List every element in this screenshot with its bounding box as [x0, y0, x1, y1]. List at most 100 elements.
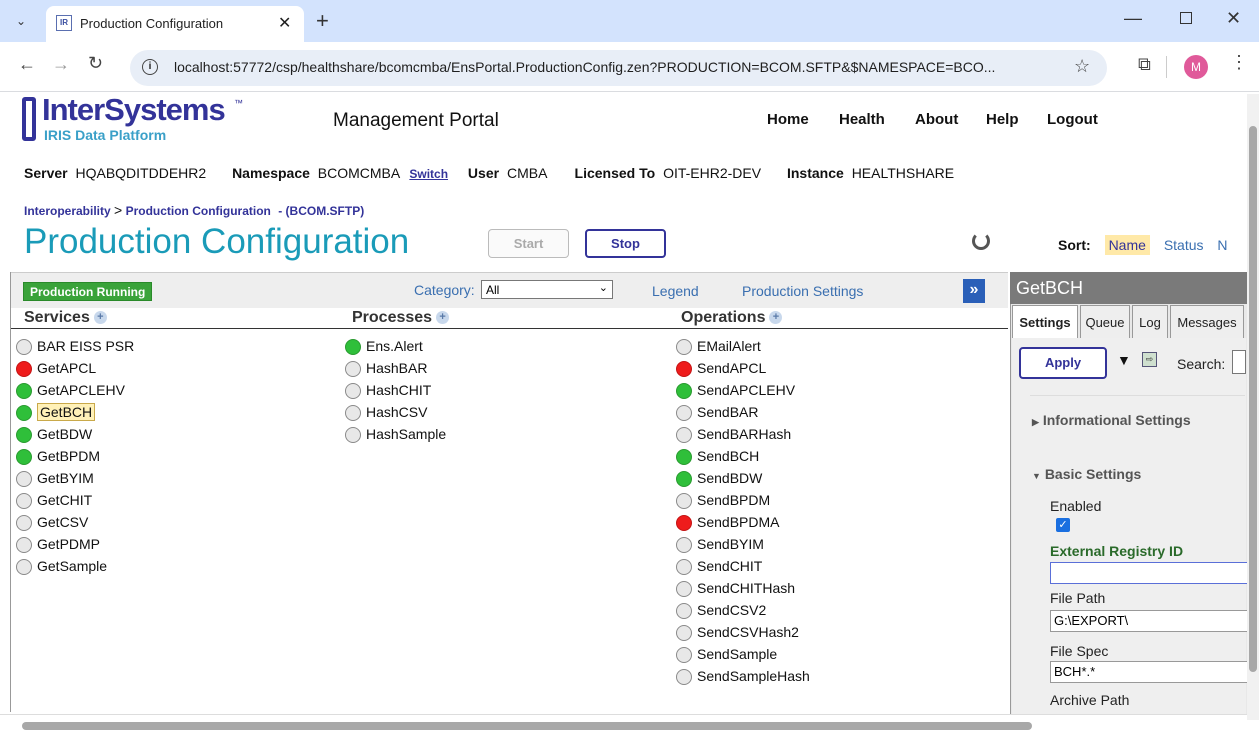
add-process-icon[interactable]: +	[436, 311, 450, 325]
service-item[interactable]: BAR EISS PSR	[16, 336, 134, 356]
tab-log[interactable]: Log	[1132, 305, 1168, 339]
process-item[interactable]: HashSample	[345, 424, 446, 444]
operation-item[interactable]: SendBCH	[676, 446, 759, 466]
sort-by-next[interactable]: N	[1217, 237, 1227, 253]
breadcrumb-interoperability[interactable]: Interoperability	[24, 204, 111, 218]
start-button[interactable]: Start	[488, 229, 569, 258]
service-item[interactable]: GetBPDM	[16, 446, 100, 466]
add-operation-icon[interactable]: +	[769, 311, 783, 325]
minimize-icon[interactable]: —	[1124, 8, 1142, 29]
operation-item[interactable]: SendCSV2	[676, 600, 766, 620]
forward-icon[interactable]: →	[52, 54, 70, 75]
search-input[interactable]	[1232, 350, 1246, 374]
add-service-icon[interactable]: +	[93, 311, 107, 325]
service-item[interactable]: GetCSV	[16, 512, 88, 532]
breadcrumb: Interoperability > Production Configurat…	[24, 202, 364, 218]
process-item[interactable]: HashCSV	[345, 402, 427, 422]
service-item[interactable]: GetPDMP	[16, 534, 100, 554]
process-item[interactable]: HashCHIT	[345, 380, 431, 400]
switch-namespace-link[interactable]: Switch	[409, 167, 448, 181]
process-item[interactable]: HashBAR	[345, 358, 427, 378]
address-bar[interactable]: i localhost:57772/csp/healthshare/bcomcm…	[130, 50, 1107, 86]
collapse-panel-button[interactable]: »	[963, 279, 985, 303]
export-settings-icon[interactable]: ⇨	[1142, 352, 1157, 367]
close-window-icon[interactable]: ✕	[1226, 8, 1241, 29]
tab-list-chevron-icon[interactable]: ⌄	[10, 10, 32, 32]
operation-item[interactable]: EMailAlert	[676, 336, 761, 356]
refresh-icon[interactable]	[972, 232, 990, 250]
tab-settings[interactable]: Settings	[1012, 305, 1078, 339]
browser-tab[interactable]: IR Production Configuration ✕	[46, 6, 304, 42]
tab-messages[interactable]: Messages	[1170, 305, 1244, 339]
operation-item[interactable]: SendSampleHash	[676, 666, 810, 686]
bookmark-star-icon[interactable]: ☆	[1074, 56, 1090, 77]
maximize-icon[interactable]	[1180, 12, 1192, 24]
operation-item[interactable]: SendBARHash	[676, 424, 791, 444]
operation-item[interactable]: SendBPDM	[676, 490, 770, 510]
service-item[interactable]: GetAPCL	[16, 358, 96, 378]
sort-by-name[interactable]: Name	[1104, 235, 1150, 255]
expand-all-icon[interactable]: ▼	[1117, 352, 1131, 368]
process-item[interactable]: Ens.Alert	[345, 336, 423, 356]
operation-item-label: SendCSV2	[697, 602, 767, 618]
operation-item[interactable]: SendCHITHash	[676, 578, 795, 598]
page-horizontal-scrollbar[interactable]	[0, 714, 1247, 735]
diagram-left-border	[10, 272, 11, 712]
close-tab-icon[interactable]: ✕	[278, 13, 291, 33]
service-item[interactable]: GetBCH	[16, 402, 96, 422]
logo-subtitle: IRIS Data Platform	[44, 127, 167, 143]
nav-home[interactable]: Home	[767, 111, 809, 128]
sort-by-status[interactable]: Status	[1164, 237, 1204, 253]
nav-logout[interactable]: Logout	[1047, 111, 1098, 128]
legend-link[interactable]: Legend	[652, 283, 699, 299]
archive-path-label: Archive Path	[1050, 692, 1130, 708]
operation-item[interactable]: SendCHIT	[676, 556, 762, 576]
enabled-label: Enabled	[1050, 498, 1102, 514]
nav-about[interactable]: About	[915, 111, 958, 128]
service-item[interactable]: GetBYIM	[16, 468, 94, 488]
enabled-checkbox[interactable]: ✓	[1056, 518, 1070, 532]
category-select[interactable]: All ⌄	[481, 280, 613, 299]
browser-menu-icon[interactable]: ⋮	[1230, 52, 1248, 73]
services-header-label: Services	[24, 309, 90, 326]
tab-queue[interactable]: Queue	[1080, 305, 1130, 339]
file-spec-input[interactable]: BCH*.*	[1050, 661, 1250, 683]
operation-item[interactable]: SendBDW	[676, 468, 762, 488]
user-value: CMBA	[506, 165, 547, 181]
horizontal-scrollbar-thumb[interactable]	[22, 722, 1032, 730]
informational-settings-toggle[interactable]: ▶ Informational Settings	[1032, 412, 1191, 428]
new-tab-icon[interactable]: +	[316, 8, 329, 34]
basic-settings-toggle[interactable]: ▼ Basic Settings	[1032, 466, 1141, 482]
operation-item[interactable]: SendBPDMA	[676, 512, 779, 532]
breadcrumb-production-config[interactable]: Production Configuration	[126, 204, 271, 218]
nav-help[interactable]: Help	[986, 111, 1019, 128]
extensions-icon[interactable]: ⧉	[1138, 54, 1151, 75]
reload-icon[interactable]: ↻	[88, 53, 103, 74]
services-header[interactable]: Services +	[24, 309, 107, 327]
page-vertical-scrollbar[interactable]	[1247, 94, 1259, 720]
file-path-input[interactable]: G:\EXPORT\	[1050, 610, 1250, 632]
service-item[interactable]: GetSample	[16, 556, 107, 576]
operations-header[interactable]: Operations +	[681, 309, 783, 327]
nav-health[interactable]: Health	[839, 111, 885, 128]
service-item[interactable]: GetCHIT	[16, 490, 92, 510]
site-info-icon[interactable]: i	[142, 59, 158, 75]
profile-avatar[interactable]: M	[1184, 55, 1208, 79]
operation-item[interactable]: SendAPCLEHV	[676, 380, 795, 400]
operation-item[interactable]: SendBYIM	[676, 534, 764, 554]
production-settings-link[interactable]: Production Settings	[742, 283, 863, 299]
processes-header[interactable]: Processes +	[352, 309, 450, 327]
service-item[interactable]: GetBDW	[16, 424, 92, 444]
operation-item[interactable]: SendSample	[676, 644, 777, 664]
apply-button[interactable]: Apply	[1019, 347, 1107, 379]
service-item[interactable]: GetAPCLEHV	[16, 380, 125, 400]
operation-item[interactable]: SendBAR	[676, 402, 758, 422]
vertical-scrollbar-thumb[interactable]	[1249, 126, 1257, 672]
back-icon[interactable]: ←	[18, 54, 36, 75]
operation-item[interactable]: SendCSVHash2	[676, 622, 799, 642]
stop-button[interactable]: Stop	[585, 229, 666, 258]
external-registry-input[interactable]	[1050, 562, 1250, 584]
status-indicator-icon	[676, 405, 692, 422]
operation-item[interactable]: SendAPCL	[676, 358, 766, 378]
intersystems-logo[interactable]: InterSystems ™ IRIS Data Platform	[22, 92, 262, 150]
